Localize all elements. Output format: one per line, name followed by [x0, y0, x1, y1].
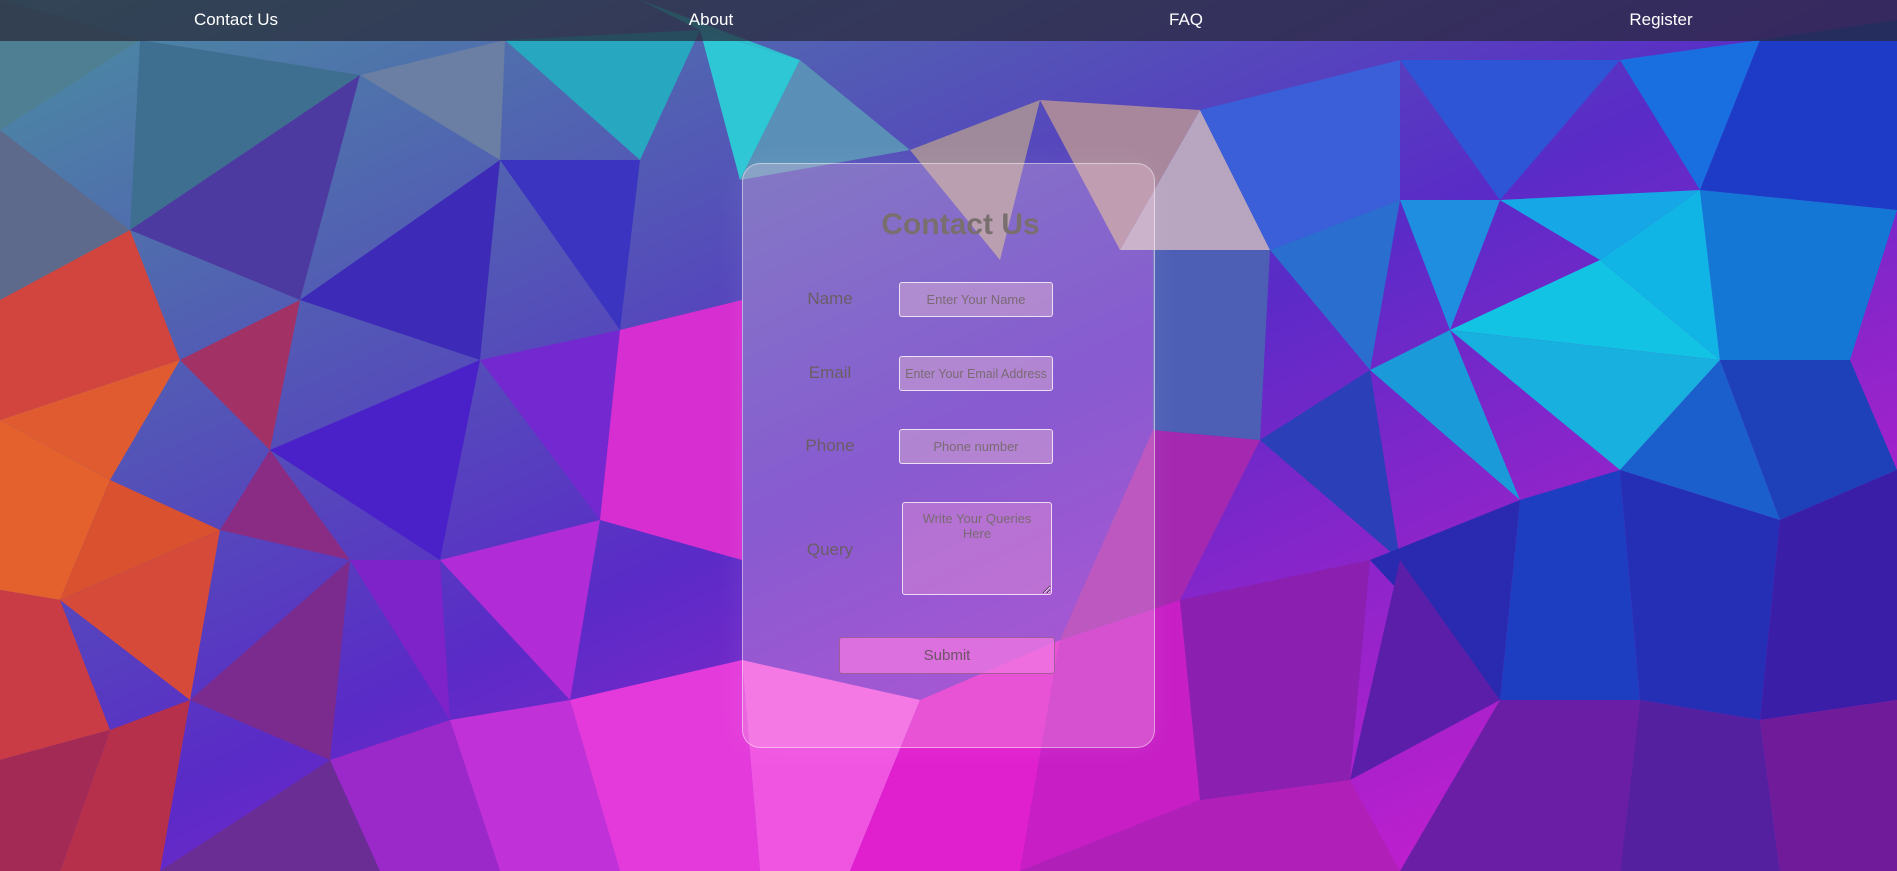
email-label: Email	[808, 363, 852, 382]
query-textarea[interactable]	[902, 502, 1052, 595]
name-label: Name	[807, 289, 853, 308]
submit-button[interactable]: Submit	[839, 637, 1055, 674]
form-title: Contact Us	[881, 208, 1040, 241]
name-input[interactable]	[899, 282, 1053, 317]
contact-form-card: Contact Us Name Email Phone Query Submit	[742, 163, 1155, 748]
email-input[interactable]	[899, 356, 1053, 391]
nav-link-faq[interactable]: FAQ	[1169, 0, 1203, 41]
phone-label: Phone	[805, 436, 855, 455]
nav-link-contact-us[interactable]: Contact Us	[194, 0, 278, 41]
nav-link-register[interactable]: Register	[1629, 0, 1692, 41]
top-navbar: Contact Us About FAQ Register	[0, 0, 1897, 41]
query-label: Query	[806, 540, 854, 559]
phone-input[interactable]	[899, 429, 1053, 464]
nav-link-about[interactable]: About	[689, 0, 733, 41]
